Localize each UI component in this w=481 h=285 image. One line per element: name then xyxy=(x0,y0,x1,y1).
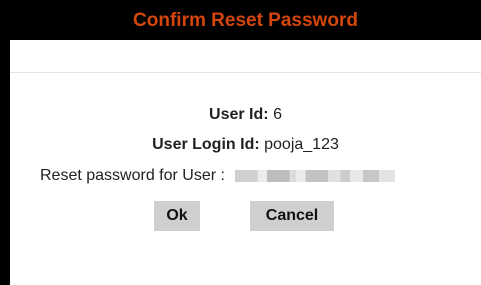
dialog-left-border xyxy=(0,0,10,285)
confirm-reset-password-dialog: Confirm Reset Password User Id: 6 User L… xyxy=(0,0,481,285)
user-login-id-value: pooja_123 xyxy=(264,136,339,153)
reset-password-for-label: Reset password for User : xyxy=(40,167,225,184)
reset-password-for-row: Reset password for User : xyxy=(40,167,396,185)
dialog-title: Confirm Reset Password xyxy=(133,10,358,31)
ok-button[interactable]: Ok xyxy=(154,201,200,231)
user-login-id-label: User Login Id: xyxy=(152,136,260,153)
cancel-button[interactable]: Cancel xyxy=(250,201,334,231)
user-id-value: 6 xyxy=(273,106,282,123)
user-login-id-row: User Login Id: pooja_123 xyxy=(10,136,481,154)
dialog-title-bar: Confirm Reset Password xyxy=(10,0,481,40)
masked-user-name xyxy=(235,169,396,182)
dialog-divider xyxy=(10,72,481,73)
user-id-label: User Id: xyxy=(209,106,269,123)
user-id-row: User Id: 6 xyxy=(10,106,481,124)
